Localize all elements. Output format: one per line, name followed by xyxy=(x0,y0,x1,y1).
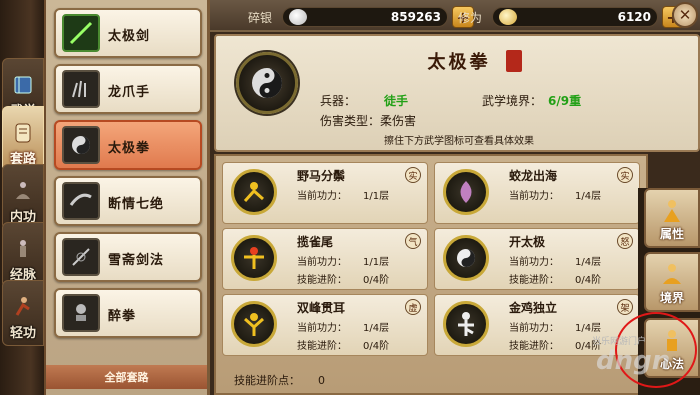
sword-skill-icon xyxy=(62,14,100,52)
move-type-badge: 气 xyxy=(405,233,421,249)
skill-item[interactable]: 龙爪手 xyxy=(54,64,202,114)
move-card[interactable]: 野马分鬃 实 当前功力： 1/1层 xyxy=(222,162,428,224)
all-routines-button[interactable]: 全部套路 xyxy=(46,365,207,389)
skill-item[interactable]: 醉拳 xyxy=(54,288,202,338)
hint-text: 擦住下方武学图标可查看具体效果 xyxy=(384,136,534,147)
move-icon xyxy=(231,169,277,215)
silver-value-box: 859263 xyxy=(282,7,448,27)
side-tab-attributes[interactable]: 属性 xyxy=(644,188,700,248)
skill-title: 太极拳 xyxy=(427,52,491,73)
drunken-fist-skill-icon xyxy=(62,294,100,332)
skill-list: 太极剑 龙爪手 太极拳 断情七绝 雪斋剑法 醉拳 全部套路 xyxy=(46,0,210,395)
move-icon xyxy=(231,235,277,281)
character-figure-icon xyxy=(660,197,684,225)
skill-item[interactable]: 雪斋剑法 xyxy=(54,232,202,282)
move-card[interactable]: 双峰贯耳 虚 当前功力： 1/4层 技能进阶： 0/4阶 xyxy=(222,294,428,356)
silver-resource: 碎银 859263 + xyxy=(248,6,474,28)
cultivation-orb-icon xyxy=(499,9,517,25)
move-type-badge: 实 xyxy=(405,167,421,183)
move-icon xyxy=(443,235,489,281)
seal-stamp-icon xyxy=(506,50,522,72)
taiji-fist-skill-icon xyxy=(62,126,100,164)
meridian-figure-icon xyxy=(10,236,36,262)
move-card[interactable]: 蛟龙出海 实 当前功力： 1/4层 xyxy=(434,162,640,224)
move-type-badge: 虚 xyxy=(405,299,421,315)
skill-points-row: 技能进阶点： 0 xyxy=(234,374,325,387)
left-nav: 武学 套路 内功 经脉 轻功 xyxy=(0,0,46,395)
realm-row: 武学境界： 6/9重 xyxy=(482,94,582,108)
skill-item[interactable]: 太极剑 xyxy=(54,8,202,58)
move-icon xyxy=(231,301,277,347)
running-figure-icon xyxy=(10,294,36,320)
nav-tab-meridians[interactable]: 经脉 xyxy=(2,222,44,288)
meditating-figure-icon xyxy=(660,261,684,289)
move-grid: 野马分鬃 实 当前功力： 1/1层 蛟龙出海 实 当前功力： 1/4层 揽雀尾 … xyxy=(214,154,648,395)
move-type-badge: 架 xyxy=(617,299,633,315)
book-icon xyxy=(10,72,36,98)
move-card[interactable]: 开太极 怒 当前功力： 1/4层 技能进阶： 0/4阶 xyxy=(434,228,640,290)
skill-item-selected[interactable]: 太极拳 xyxy=(54,120,202,170)
silver-coin-icon xyxy=(289,9,307,25)
move-icon xyxy=(443,301,489,347)
resource-bar: 碎银 859263 + 修为 6120 + ✕ xyxy=(210,0,700,32)
snow-sword-skill-icon xyxy=(62,238,100,276)
watermark-logo: dngn xyxy=(596,346,671,376)
scroll-icon xyxy=(10,120,36,146)
cultivation-value-box: 6120 xyxy=(492,7,658,27)
nav-tab-routines[interactable]: 套路 xyxy=(2,106,44,172)
nav-tab-lightness-skill[interactable]: 轻功 xyxy=(2,280,44,346)
meditation-icon xyxy=(10,178,36,204)
damage-row: 伤害类型：柔伤害 xyxy=(320,114,417,128)
claw-skill-icon xyxy=(62,70,100,108)
move-icon xyxy=(443,169,489,215)
cultivation-resource: 修为 6120 + xyxy=(458,6,684,28)
nav-tab-internal-skill[interactable]: 内功 xyxy=(2,164,44,230)
move-type-badge: 怒 xyxy=(617,233,633,249)
skill-detail-panel: 太极拳 兵器： 徒手 武学境界： 6/9重 伤害类型：柔伤害 擦住下方武学图标可查看… xyxy=(214,34,700,152)
skill-item[interactable]: 断情七绝 xyxy=(54,176,202,226)
move-card[interactable]: 揽雀尾 气 当前功力： 1/1层 技能进阶： 0/4阶 xyxy=(222,228,428,290)
move-type-badge: 实 xyxy=(617,167,633,183)
weapon-row: 兵器： 徒手 xyxy=(320,94,409,108)
close-button[interactable]: ✕ xyxy=(672,2,698,28)
side-tab-realm[interactable]: 境界 xyxy=(644,252,700,312)
blade-skill-icon xyxy=(62,182,100,220)
